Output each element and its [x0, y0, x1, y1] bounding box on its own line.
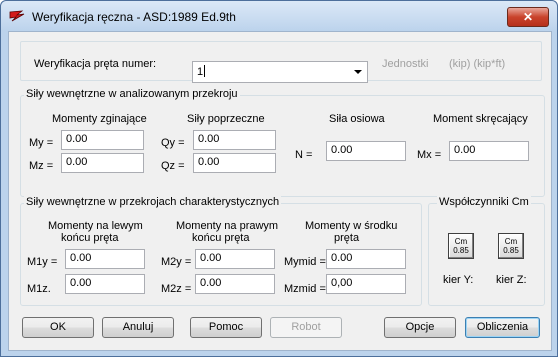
n-field[interactable]: 0.00 [326, 141, 406, 161]
robot-app-icon [9, 10, 25, 22]
cm-coefficients-title: Współczynniki Cm [437, 196, 531, 208]
m1y-label: M1y = [27, 256, 58, 268]
m1z-field[interactable]: 0.00 [65, 274, 145, 294]
units-label: Jednostki [382, 58, 429, 70]
my-label: My = [29, 137, 54, 149]
mid-header-2: pręta [334, 232, 360, 244]
close-button[interactable]: ✕ [507, 7, 549, 27]
mz-label: Mz = [29, 160, 54, 172]
left-end-header-1: Momenty na lewym [48, 220, 143, 232]
member-number-combo[interactable]: 1 [192, 61, 368, 83]
calculate-button[interactable]: Obliczenia [465, 317, 540, 338]
window-title: Weryfikacja ręczna - ASD:1989 Ed.9th [32, 10, 236, 24]
torsion-header: Moment skręcający [433, 113, 528, 125]
member-panel: Weryfikacja pręta numer: 1 Jednostki (ki… [20, 41, 542, 83]
cm-y-button-label: Cm [454, 237, 468, 246]
axial-header: Siła osiowa [329, 113, 385, 125]
mzmid-field[interactable]: 0,00 [326, 274, 406, 294]
cm-z-button-value: 0.85 [503, 246, 519, 255]
qz-field[interactable]: 0.00 [193, 153, 276, 173]
member-number-value: 1 [197, 65, 206, 78]
my-field[interactable]: 0.00 [61, 130, 144, 150]
cm-coefficients-group [428, 203, 545, 306]
title-bar[interactable]: Weryfikacja ręczna - ASD:1989 Ed.9th ✕ [1, 1, 557, 31]
cm-z-button-label: Cm [504, 237, 518, 246]
m2z-label: M2z = [161, 283, 192, 295]
mzmid-label: Mzmid = [284, 283, 326, 295]
mymid-label: Mymid = [284, 256, 326, 268]
m2y-label: M2y = [161, 256, 192, 268]
direction-y-label: kier Y: [443, 274, 474, 286]
direction-z-label: kier Z: [496, 274, 527, 286]
cm-y-button-value: 0.85 [453, 246, 469, 255]
mz-field[interactable]: 0.00 [61, 153, 144, 173]
ok-button[interactable]: OK [22, 317, 94, 338]
cancel-button[interactable]: Anuluj [102, 317, 174, 338]
m1z-label: M1z. [27, 283, 51, 295]
qy-label: Qy = [161, 137, 185, 149]
bending-header: Momenty zginające [52, 113, 147, 125]
cm-z-button[interactable]: Cm 0.85 [498, 233, 524, 259]
help-button[interactable]: Pomoc [190, 317, 262, 338]
mx-label: Mx = [417, 149, 442, 161]
cm-y-button[interactable]: Cm 0.85 [448, 233, 474, 259]
mymid-field[interactable]: 0.00 [326, 249, 406, 269]
chevron-down-icon[interactable] [354, 70, 362, 74]
options-button[interactable]: Opcje [384, 317, 456, 338]
dialog-window: Weryfikacja ręczna - ASD:1989 Ed.9th ✕ W… [0, 0, 558, 357]
dialog-client: Weryfikacja pręta numer: 1 Jednostki (ki… [8, 31, 552, 351]
mid-header-1: Momenty w środku [305, 220, 398, 232]
m2y-field[interactable]: 0.00 [195, 249, 275, 269]
section-forces-title: Siły wewnętrzne w analizowanym przekroju [24, 88, 240, 100]
mx-field[interactable]: 0.00 [449, 141, 529, 161]
member-number-label: Weryfikacja pręta numer: [34, 58, 157, 70]
units-value: (kip) (kip*ft) [449, 58, 506, 70]
characteristic-forces-title: Siły wewnętrzne w przekrojach charaktery… [24, 196, 282, 208]
qy-field[interactable]: 0.00 [193, 130, 276, 150]
m1y-field[interactable]: 0.00 [65, 249, 145, 269]
shear-header: Siły poprzeczne [187, 113, 265, 125]
right-end-header-1: Momenty na prawym [176, 220, 279, 232]
left-end-header-2: końcu pręta [61, 232, 119, 244]
right-end-header-2: końcu pręta [192, 232, 250, 244]
robot-button[interactable]: Robot [270, 317, 342, 338]
m2z-field[interactable]: 0.00 [195, 274, 275, 294]
qz-label: Qz = [161, 160, 185, 172]
n-label: N = [295, 149, 313, 161]
